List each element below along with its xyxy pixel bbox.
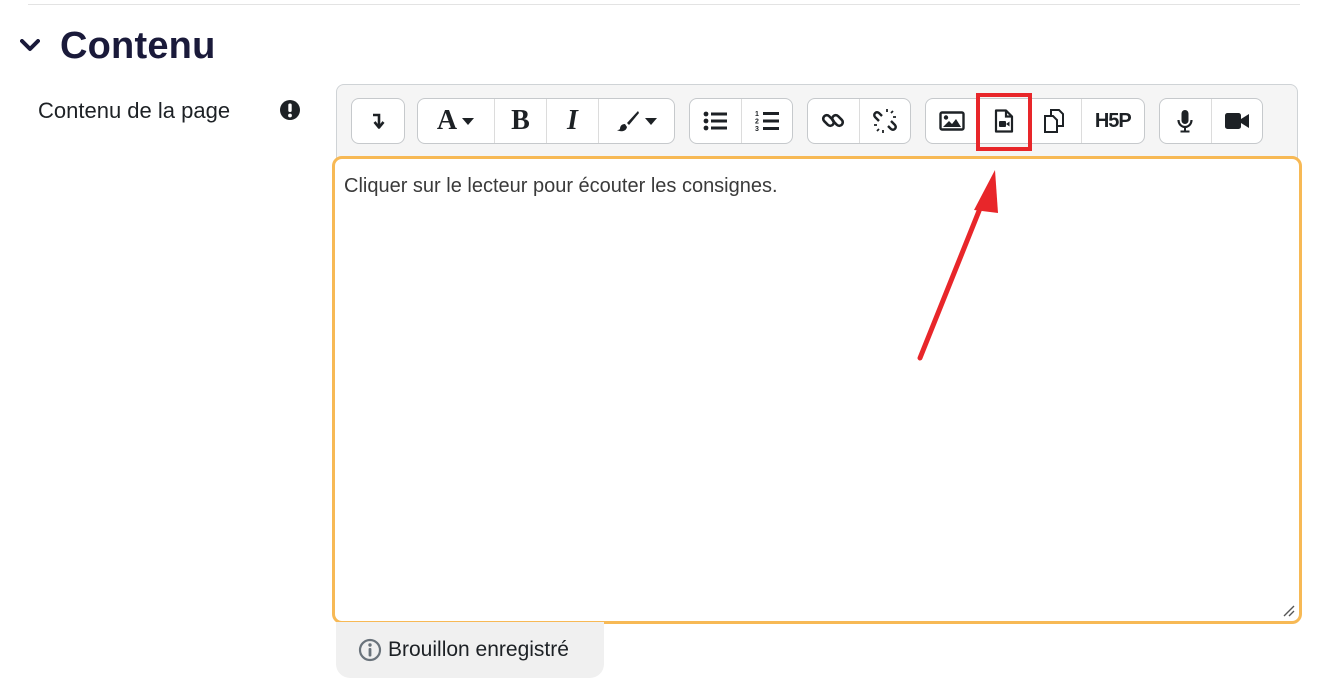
draft-status: Brouillon enregistré bbox=[336, 622, 604, 678]
h5p-button[interactable]: H5P bbox=[1080, 99, 1144, 143]
toolbar-group-style: A B I bbox=[417, 98, 675, 144]
insert-image-button[interactable] bbox=[926, 99, 978, 143]
italic-icon: I bbox=[567, 105, 578, 136]
unlink-button[interactable] bbox=[858, 99, 910, 143]
field-label: Contenu de la page bbox=[38, 98, 231, 123]
section-title: Contenu bbox=[60, 24, 216, 67]
toolbar-group-collapse bbox=[351, 98, 405, 144]
editor-content-area[interactable]: Cliquer sur le lecteur pour écouter les … bbox=[332, 156, 1302, 624]
bold-icon: B bbox=[511, 105, 530, 136]
unlink-icon bbox=[872, 108, 898, 134]
toolbar-group-list: 123 bbox=[689, 98, 793, 144]
link-button[interactable] bbox=[808, 99, 859, 143]
image-icon bbox=[939, 111, 965, 131]
record-audio-button[interactable] bbox=[1160, 99, 1211, 143]
editor-content-text[interactable]: Cliquer sur le lecteur pour écouter les … bbox=[344, 175, 778, 198]
link-icon bbox=[821, 109, 845, 133]
draft-status-text: Brouillon enregistré bbox=[388, 638, 569, 661]
svg-text:2: 2 bbox=[755, 119, 759, 126]
record-video-button[interactable] bbox=[1210, 99, 1262, 143]
video-camera-icon bbox=[1224, 112, 1250, 130]
insert-media-button[interactable] bbox=[977, 99, 1030, 143]
chevron-down-icon[interactable] bbox=[16, 32, 44, 60]
italic-button[interactable]: I bbox=[546, 99, 598, 143]
paint-brush-icon bbox=[616, 110, 658, 132]
section-header: Contenu bbox=[16, 24, 215, 68]
microphone-icon bbox=[1176, 109, 1194, 133]
font-style-icon: A bbox=[437, 105, 475, 137]
resize-handle-icon[interactable] bbox=[1281, 603, 1295, 617]
toolbar-group-recordrtc bbox=[1159, 98, 1263, 144]
toolbar-group-files: H5P bbox=[925, 98, 1145, 144]
manage-files-icon bbox=[1042, 108, 1068, 134]
ordered-list-icon: 123 bbox=[755, 110, 779, 132]
arrow-down-return-icon bbox=[370, 112, 386, 130]
h5p-icon: H5P bbox=[1094, 109, 1132, 132]
ordered-list-button[interactable]: 123 bbox=[740, 99, 792, 143]
exclamation-circle-icon[interactable] bbox=[279, 99, 301, 121]
svg-text:1: 1 bbox=[755, 111, 759, 118]
bold-button[interactable]: B bbox=[494, 99, 546, 143]
text-color-button[interactable] bbox=[598, 99, 674, 143]
font-style-button[interactable]: A bbox=[418, 99, 494, 143]
top-divider bbox=[28, 4, 1300, 5]
info-circle-icon bbox=[358, 638, 382, 662]
media-file-icon bbox=[994, 109, 1014, 133]
manage-files-button[interactable] bbox=[1029, 99, 1081, 143]
svg-text:3: 3 bbox=[755, 126, 759, 132]
unordered-list-icon bbox=[703, 111, 728, 131]
unordered-list-button[interactable] bbox=[690, 99, 741, 143]
toolbar-group-links bbox=[807, 98, 911, 144]
collapse-button[interactable] bbox=[352, 99, 404, 143]
